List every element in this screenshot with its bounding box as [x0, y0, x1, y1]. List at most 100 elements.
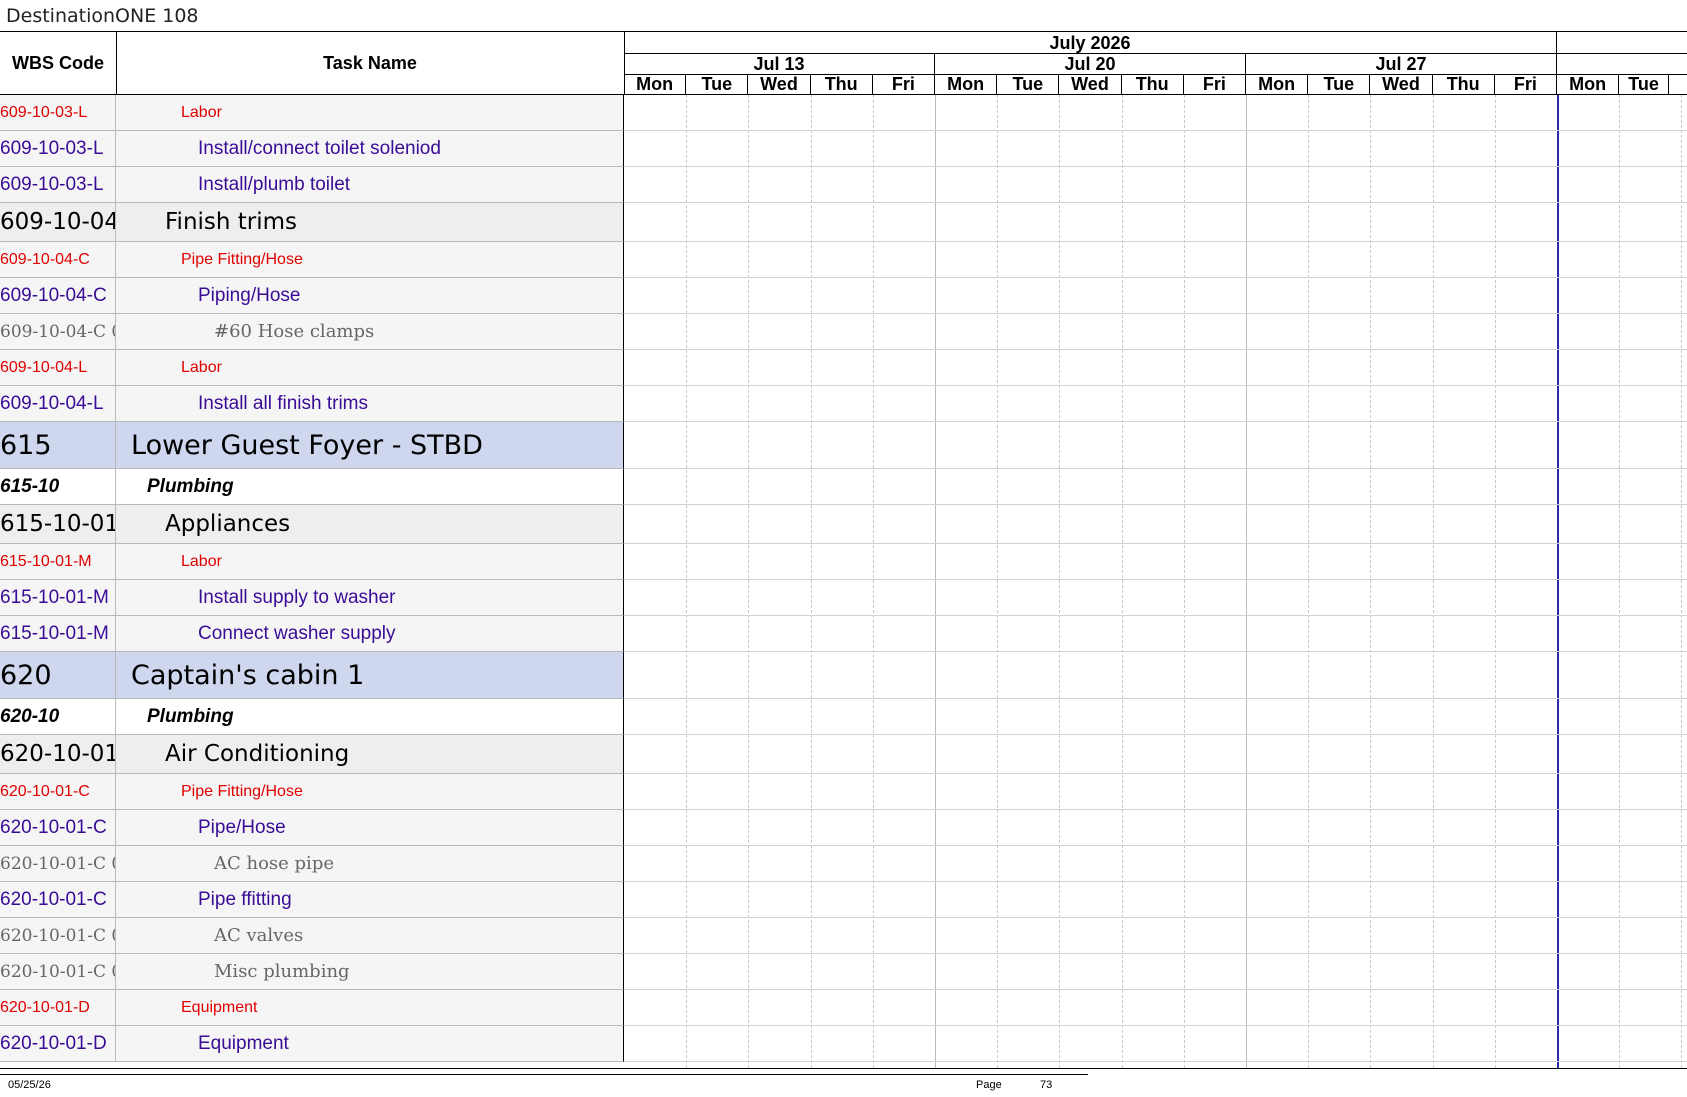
table-row[interactable]: 615-10 Plumbing: [0, 469, 624, 505]
task-name-cell: Install/connect toilet soleniod: [198, 137, 441, 159]
wbs-code-cell: 609-10-04-L: [0, 386, 116, 421]
task-name-cell: Install/plumb toilet: [198, 173, 351, 195]
table-row[interactable]: 609-10-03-L Install/connect toilet soleni…: [0, 131, 624, 167]
task-name-cell: Pipe Fitting/Hose: [181, 250, 303, 268]
table-row[interactable]: 609-10-04-L Labor: [0, 350, 624, 386]
wbs-code-cell: 615-10-01: [0, 505, 116, 543]
table-row[interactable]: 615-10-01-M Install supply to washer: [0, 580, 624, 616]
footer-page-label: Page: [976, 1079, 1002, 1091]
wbs-code-cell: 620-10-01-C 0: [0, 918, 116, 953]
table-row[interactable]: 620-10-01-C Pipe Fitting/Hose: [0, 774, 624, 810]
task-name-cell: Install all finish trims: [198, 392, 368, 414]
timeline-week: Jul 20: [935, 54, 1246, 75]
wbs-code-cell: 620-10-01-C 0: [0, 954, 116, 989]
footer-date: 05/25/26: [8, 1079, 51, 1091]
column-header-wbs[interactable]: WBS Code: [0, 32, 117, 94]
table-row[interactable]: 609-10-03-L Labor: [0, 95, 624, 131]
grid-row-line: [624, 917, 1687, 918]
task-name-cell: Pipe Fitting/Hose: [181, 782, 303, 800]
timeline-day: Tue: [686, 75, 749, 94]
task-name-cell: Connect washer supply: [198, 622, 396, 644]
table-row[interactable]: 620 Captain's cabin 1: [0, 652, 624, 699]
wbs-code-cell: 609-10-03-L: [0, 131, 116, 166]
task-name-cell: Install supply to washer: [198, 586, 396, 608]
grid-row-line: [624, 202, 1687, 203]
task-name-cell: Appliances: [165, 511, 291, 537]
gantt-grid: [624, 95, 1687, 1068]
wbs-code-cell: 620-10-01-C: [0, 882, 116, 917]
table-row[interactable]: 615-10-01 Appliances: [0, 505, 624, 544]
table-row[interactable]: 609-10-04-C Piping/Hose: [0, 278, 624, 314]
grid-row-line: [624, 543, 1687, 544]
table-row[interactable]: 620-10-01-C 0 AC hose pipe: [0, 846, 624, 882]
timeline-week: [1557, 54, 1687, 75]
table-row[interactable]: 620-10-01-C 0 AC valves: [0, 918, 624, 954]
wbs-code-cell: 615-10-01-M: [0, 544, 116, 579]
timeline-day: Fri: [1495, 75, 1557, 94]
timeline-day: Fri: [873, 75, 935, 94]
table-row[interactable]: 609-10-03-L Install/plumb toilet: [0, 167, 624, 203]
table-row[interactable]: 609-10-04-C 0 #60 Hose clamps: [0, 314, 624, 350]
table-row[interactable]: 609-10-04 Finish trims: [0, 203, 624, 242]
timeline-day: Tue: [1619, 75, 1669, 94]
wbs-code-cell: 609-10-03-L: [0, 167, 116, 202]
table-row[interactable]: 609-10-04-L Install all finish trims: [0, 386, 624, 422]
task-table: 609-10-03-L Labor 609-10-03-L Install/conne…: [0, 95, 625, 1062]
footer-divider: [0, 1074, 1088, 1075]
column-header-task[interactable]: Task Name: [116, 32, 625, 94]
grid-row-line: [624, 734, 1687, 735]
grid-row-line: [624, 241, 1687, 242]
table-row[interactable]: 620-10 Plumbing: [0, 699, 624, 735]
wbs-code-cell: 620: [0, 652, 116, 698]
task-name-cell: Finish trims: [165, 209, 298, 235]
wbs-code-cell: 609-10-04-C: [0, 278, 116, 313]
grid-row-line: [624, 845, 1687, 846]
grid-row-line: [624, 277, 1687, 278]
table-row[interactable]: 609-10-04-C Pipe Fitting/Hose: [0, 242, 624, 278]
timeline-header: July 2026 Jul 13 Jul 20 Jul 27 Mon Tue Wed Thu F…: [624, 31, 1687, 95]
table-row[interactable]: 620-10-01 Air Conditioning: [0, 735, 624, 774]
task-name-cell: #60 Hose clamps: [214, 321, 375, 342]
table-row[interactable]: 620-10-01-C Pipe ffitting: [0, 882, 624, 918]
grid-row-line: [624, 615, 1687, 616]
timeline-month-next: [1557, 32, 1687, 54]
timeline-day: Wed: [1059, 75, 1122, 94]
footer-page-number: 73: [1040, 1079, 1053, 1091]
table-row[interactable]: 620-10-01-D Equipment: [0, 1026, 624, 1062]
grid-row-line: [624, 421, 1687, 422]
grid-row-line: [624, 579, 1687, 580]
grid-row-line: [624, 809, 1687, 810]
table-row[interactable]: 620-10-01-C Pipe/Hose: [0, 810, 624, 846]
document-title: DestinationONE 108: [6, 5, 199, 27]
task-name-cell: AC hose pipe: [214, 853, 334, 874]
task-name-cell: Equipment: [181, 998, 258, 1016]
task-name-cell: Plumbing: [147, 705, 234, 727]
table-header: WBS Code Task Name: [0, 31, 625, 95]
wbs-code-cell: 620-10-01-C: [0, 810, 116, 845]
grid-row-line: [624, 468, 1687, 469]
timeline-day: Wed: [1370, 75, 1433, 94]
grid-row-line: [624, 989, 1687, 990]
wbs-code-cell: 609-10-04: [0, 203, 116, 241]
task-name-cell: Piping/Hose: [198, 284, 301, 306]
task-name-cell: Pipe/Hose: [198, 816, 286, 838]
wbs-code-cell: 615-10: [0, 469, 116, 504]
grid-row-line: [624, 1025, 1687, 1026]
grid-row-line: [624, 1061, 1687, 1062]
timeline-day: Tue: [997, 75, 1060, 94]
timeline-week: Jul 27: [1246, 54, 1557, 75]
grid-row-line: [624, 504, 1687, 505]
table-row[interactable]: 620-10-01-D Equipment: [0, 990, 624, 1026]
timeline-day: Tue: [1308, 75, 1371, 94]
task-name-cell: Labor: [181, 552, 222, 570]
wbs-code-cell: 615-10-01-M: [0, 580, 116, 615]
timeline-month: July 2026: [624, 32, 1557, 54]
table-row[interactable]: 615 Lower Guest Foyer - STBD: [0, 422, 624, 469]
table-row[interactable]: 615-10-01-M Connect washer supply: [0, 616, 624, 652]
wbs-code-cell: 609-10-04-L: [0, 350, 116, 385]
wbs-code-cell: 620-10: [0, 699, 116, 734]
timeline-day: Thu: [1433, 75, 1495, 94]
table-row[interactable]: 620-10-01-C 0 Misc plumbing: [0, 954, 624, 990]
wbs-code-cell: 609-10-04-C: [0, 242, 116, 277]
table-row[interactable]: 615-10-01-M Labor: [0, 544, 624, 580]
